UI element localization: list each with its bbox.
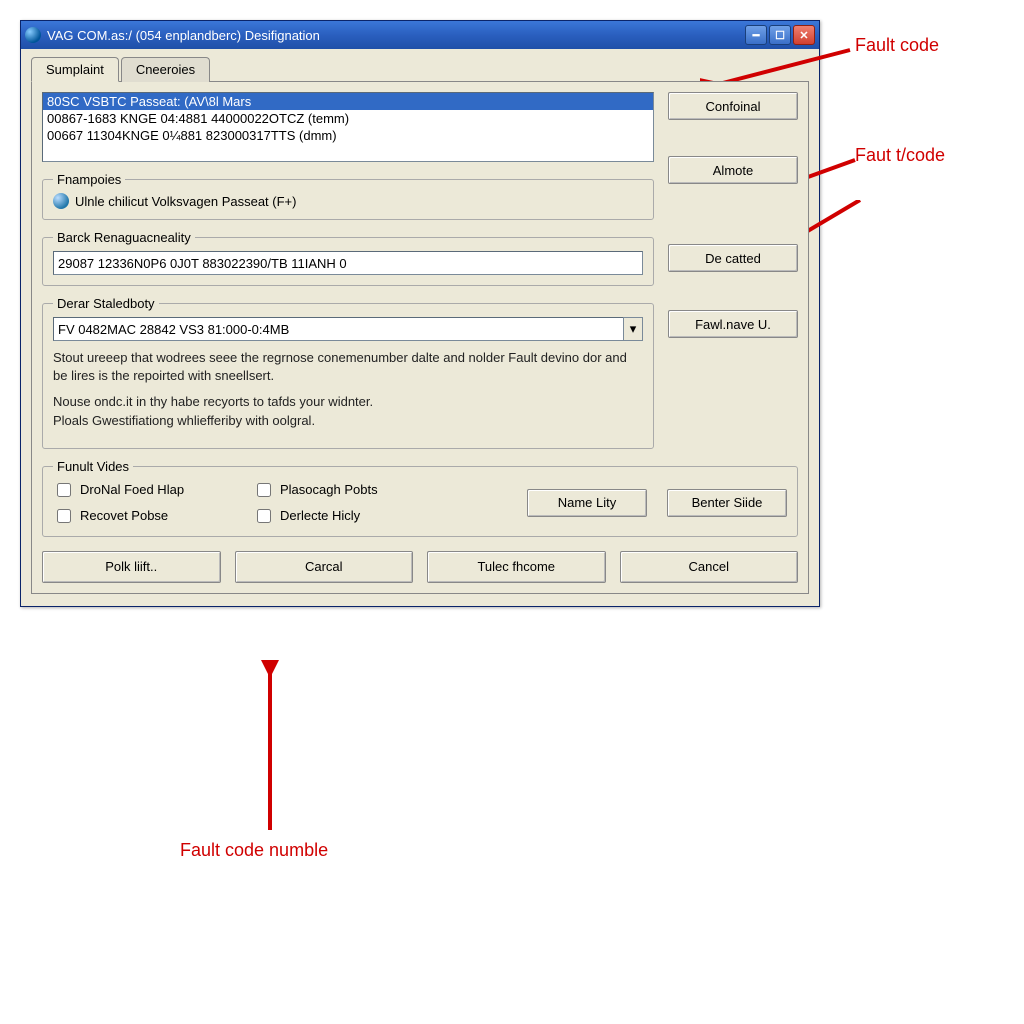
- funult-group: Funult Vides DroNal Foed Hlap Plasocagh …: [42, 459, 798, 537]
- app-icon: [25, 27, 41, 43]
- funult-legend: Funult Vides: [53, 459, 133, 474]
- dialog-window: VAG COM.as:/ (054 enplandberc) Desifigna…: [20, 20, 820, 607]
- list-item[interactable]: 00867-1683 KNGE 04:4881 44000022OTCZ (te…: [43, 110, 653, 127]
- arrow-icon: [255, 660, 295, 840]
- barck-group: Barck Renaguacneality: [42, 230, 654, 286]
- tulec-button[interactable]: Tulec fhcome: [427, 551, 606, 583]
- frampoies-legend: Fnampoies: [53, 172, 125, 187]
- window-title: VAG COM.as:/ (054 enplandberc) Desifigna…: [47, 28, 745, 43]
- tab-cneeroies[interactable]: Cneeroies: [121, 57, 210, 82]
- cancel-button[interactable]: Cancel: [620, 551, 799, 583]
- bottom-button-row: Polk liift.. Carcal Tulec fhcome Cancel: [42, 551, 798, 583]
- confoinal-button[interactable]: Confoinal: [668, 92, 798, 120]
- globe-icon: [53, 193, 69, 209]
- derar-combo[interactable]: ▾: [53, 317, 643, 341]
- almote-button[interactable]: Almote: [668, 156, 798, 184]
- fault-list[interactable]: 80SC VSBTC Passeat: (AV\8l Mars 00867-16…: [42, 92, 654, 162]
- tab-sumplaint[interactable]: Sumplaint: [31, 57, 119, 82]
- decatted-button[interactable]: De catted: [668, 244, 798, 272]
- check-recovet[interactable]: Recovet Pobse: [53, 506, 233, 526]
- maximize-button[interactable]: ☐: [769, 25, 791, 45]
- frampoies-group: Fnampoies Ulnle chilicut Volksvagen Pass…: [42, 172, 654, 220]
- list-item[interactable]: 80SC VSBTC Passeat: (AV\8l Mars: [43, 93, 653, 110]
- benter-siide-button[interactable]: Benter Siide: [667, 489, 787, 517]
- list-item[interactable]: 00667 11304KNGE 0¼881 823000317TTS (dmm): [43, 127, 653, 144]
- check-derlecte[interactable]: Derlecte Hicly: [253, 506, 433, 526]
- check-dronal[interactable]: DroNal Foed Hlap: [53, 480, 233, 500]
- minimize-button[interactable]: ━: [745, 25, 767, 45]
- annotation-fault-code-numble: Fault code numble: [180, 840, 328, 861]
- name-lity-button[interactable]: Name Lity: [527, 489, 647, 517]
- derar-input[interactable]: [53, 317, 623, 341]
- derar-group: Derar Staledboty ▾ Stout ureeep that wod…: [42, 296, 654, 449]
- tab-panel: 80SC VSBTC Passeat: (AV\8l Mars 00867-16…: [31, 81, 809, 594]
- check-plasocagh[interactable]: Plasocagh Pobts: [253, 480, 433, 500]
- frampoies-text: Ulnle chilicut Volksvagen Passeat (F+): [75, 194, 296, 209]
- derar-desc2: Nouse ondc.it in thy habe recyorts to ta…: [53, 393, 643, 429]
- annotation-fault-code: Fault code: [855, 35, 939, 56]
- derar-legend: Derar Staledboty: [53, 296, 159, 311]
- chevron-down-icon[interactable]: ▾: [623, 317, 643, 341]
- derar-desc1: Stout ureeep that wodrees seee the regrn…: [53, 349, 643, 385]
- carcal-button[interactable]: Carcal: [235, 551, 414, 583]
- annotation-faut-tcode: Faut t/code: [855, 145, 945, 166]
- close-button[interactable]: ✕: [793, 25, 815, 45]
- barck-input[interactable]: [53, 251, 643, 275]
- titlebar[interactable]: VAG COM.as:/ (054 enplandberc) Desifigna…: [21, 21, 819, 49]
- polk-button[interactable]: Polk liift..: [42, 551, 221, 583]
- barck-legend: Barck Renaguacneality: [53, 230, 195, 245]
- tab-strip: Sumplaint Cneeroies: [31, 57, 809, 82]
- fawlnave-button[interactable]: Fawl.nave U.: [668, 310, 798, 338]
